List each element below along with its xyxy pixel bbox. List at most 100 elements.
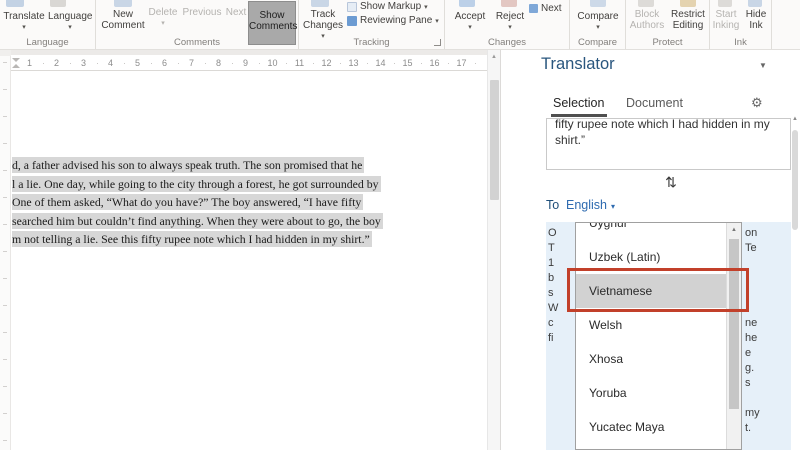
document-line: One of them asked, “What do you have?” T… — [12, 193, 383, 212]
selected-text: searched him but couldn’t find anything.… — [12, 213, 383, 229]
show-comments-label: Show Comments — [249, 10, 295, 32]
dropdown-items: Uyghur Uzbek (Latin) Vietnamese Welsh Xh… — [576, 222, 726, 444]
chevron-down-icon: ▾ — [48, 23, 92, 31]
restrict-editing-button[interactable]: Restrict Editing — [668, 9, 708, 31]
chevron-down-icon: ▾ — [146, 19, 180, 27]
settings-gear-icon[interactable]: ⚙ — [751, 95, 763, 111]
to-label: To — [546, 198, 559, 212]
scrollbar-thumb[interactable] — [729, 239, 739, 409]
word-window: Translate ▾ Language ▾ Language New Comm… — [0, 0, 800, 450]
selected-text: One of them asked, “What do you have?” T… — [12, 194, 363, 210]
chevron-down-icon: ▾ — [2, 23, 46, 31]
translate-icon — [6, 0, 24, 7]
dropdown-scrollbar[interactable]: ▲ — [726, 223, 741, 449]
language-label: Language — [48, 11, 92, 22]
ribbon-group-changes: Accept ▾ Reject ▾ Next Changes — [445, 0, 570, 49]
reviewing-pane-button[interactable]: Reviewing Pane ▾ — [347, 15, 439, 26]
ribbon-group-language: Translate ▾ Language ▾ Language — [0, 0, 96, 49]
chevron-down-icon: ▾ — [424, 3, 428, 11]
show-markup-button[interactable]: Show Markup ▾ — [347, 1, 428, 12]
delete-label: Delete — [146, 7, 180, 18]
scroll-up-icon[interactable]: ▲ — [488, 54, 500, 60]
pane-title: Translator — [541, 55, 615, 74]
dropdown-item[interactable]: Xhosa — [576, 342, 726, 376]
ribbon-group-tracking: Track Changes ▾ Show Markup ▾ Reviewing … — [299, 0, 445, 49]
tab-selection-label: Selection — [553, 96, 604, 110]
reject-button[interactable]: Reject ▾ — [493, 11, 527, 31]
active-tab-indicator — [551, 114, 607, 117]
ruler-ticks — [3, 62, 7, 442]
ribbon-review-tab: Translate ▾ Language ▾ Language New Comm… — [0, 0, 800, 50]
pane-scrollbar[interactable]: ▲ — [791, 116, 799, 450]
scroll-up-icon: ▲ — [791, 116, 799, 122]
next-change-button[interactable]: Next — [529, 3, 562, 14]
vertical-ruler — [0, 56, 11, 450]
previous-comment-button: Previous — [182, 7, 222, 18]
block-authors-icon — [638, 0, 654, 7]
track-changes-icon — [311, 0, 329, 7]
new-comment-button[interactable]: New Comment — [100, 9, 146, 31]
result-fragments-right: onTeneheeg.smyt. — [745, 226, 760, 436]
swap-languages-icon[interactable]: ⇅ — [659, 174, 683, 191]
next-label: Next — [224, 7, 248, 18]
hide-ink-icon — [748, 0, 762, 7]
to-language-value: English — [566, 198, 607, 212]
accept-button[interactable]: Accept ▾ — [451, 11, 489, 31]
track-changes-button[interactable]: Track Changes ▾ — [302, 9, 344, 40]
scrollbar-thumb[interactable] — [490, 80, 499, 200]
document-line: m not telling a lie. See this fifty rupe… — [12, 230, 383, 249]
reviewing-pane-icon — [347, 16, 357, 26]
annotation-highlight-box — [567, 268, 749, 312]
document-vertical-scrollbar[interactable]: ▲ — [487, 50, 500, 450]
group-label-changes: Changes — [445, 37, 569, 48]
language-button[interactable]: Language ▾ — [48, 11, 92, 31]
dropdown-item[interactable]: Yucatec Maya — [576, 410, 726, 444]
hide-ink-button[interactable]: Hide Ink — [742, 9, 770, 31]
dropdown-item[interactable]: Welsh — [576, 308, 726, 342]
document-text-area[interactable]: d, a father advised his son to always sp… — [12, 156, 383, 249]
selected-text: d, a father advised his son to always sp… — [12, 157, 364, 173]
ribbon-group-compare: Compare ▾ Compare — [570, 0, 626, 49]
tab-document[interactable]: Document — [626, 96, 683, 110]
selected-text: l a lie. One day, while going to the cit… — [12, 176, 381, 192]
scrollbar-thumb[interactable] — [792, 130, 798, 230]
chevron-down-icon: ▾ — [435, 17, 439, 25]
translate-label: Translate — [2, 11, 46, 22]
delete-comment-button: Delete ▾ — [146, 7, 180, 27]
result-fragments-left: OT1bsWcfi — [548, 226, 558, 346]
compare-icon — [590, 0, 606, 7]
accept-icon — [459, 0, 475, 7]
start-inking-label: Start Inking — [712, 9, 740, 31]
restrict-editing-label: Restrict Editing — [668, 9, 708, 31]
compare-label: Compare — [576, 11, 620, 22]
reject-icon — [501, 0, 517, 7]
chevron-down-icon: ▾ — [576, 23, 620, 31]
horizontal-ruler[interactable]: 1234567891011121314151617 — [11, 55, 487, 71]
dropdown-item[interactable]: Yoruba — [576, 376, 726, 410]
document-line: l a lie. One day, while going to the cit… — [12, 175, 383, 194]
group-label-compare: Compare — [570, 37, 625, 48]
pane-options-chevron-icon[interactable]: ▼ — [759, 61, 767, 70]
language-icon — [50, 0, 66, 7]
compare-button[interactable]: Compare ▾ — [576, 11, 620, 31]
source-text-box[interactable]: fifty rupee note which I had hidden in m… — [546, 118, 791, 170]
next-change-label: Next — [541, 3, 562, 14]
block-authors-button: Block Authors — [628, 9, 666, 31]
document-page[interactable]: d, a father advised his son to always sp… — [11, 71, 487, 450]
hide-ink-label: Hide Ink — [742, 9, 770, 31]
tab-selection[interactable]: Selection — [553, 96, 604, 110]
group-label-language: Language — [0, 37, 95, 48]
translate-button[interactable]: Translate ▾ — [2, 11, 46, 31]
chevron-down-icon: ▾ — [451, 23, 489, 31]
language-dropdown-list: Uyghur Uzbek (Latin) Vietnamese Welsh Xh… — [575, 222, 742, 450]
scroll-up-icon[interactable]: ▲ — [727, 223, 741, 237]
block-authors-label: Block Authors — [628, 9, 666, 31]
dropdown-item[interactable]: Uyghur — [576, 222, 726, 240]
to-language-dropdown[interactable]: English▾ — [566, 198, 615, 212]
reject-label: Reject — [493, 11, 527, 22]
next-comment-button: Next — [224, 7, 248, 18]
show-markup-icon — [347, 2, 357, 12]
tab-document-label: Document — [626, 96, 683, 110]
start-inking-button: Start Inking — [712, 9, 740, 31]
group-label-ink: Ink — [710, 37, 771, 48]
